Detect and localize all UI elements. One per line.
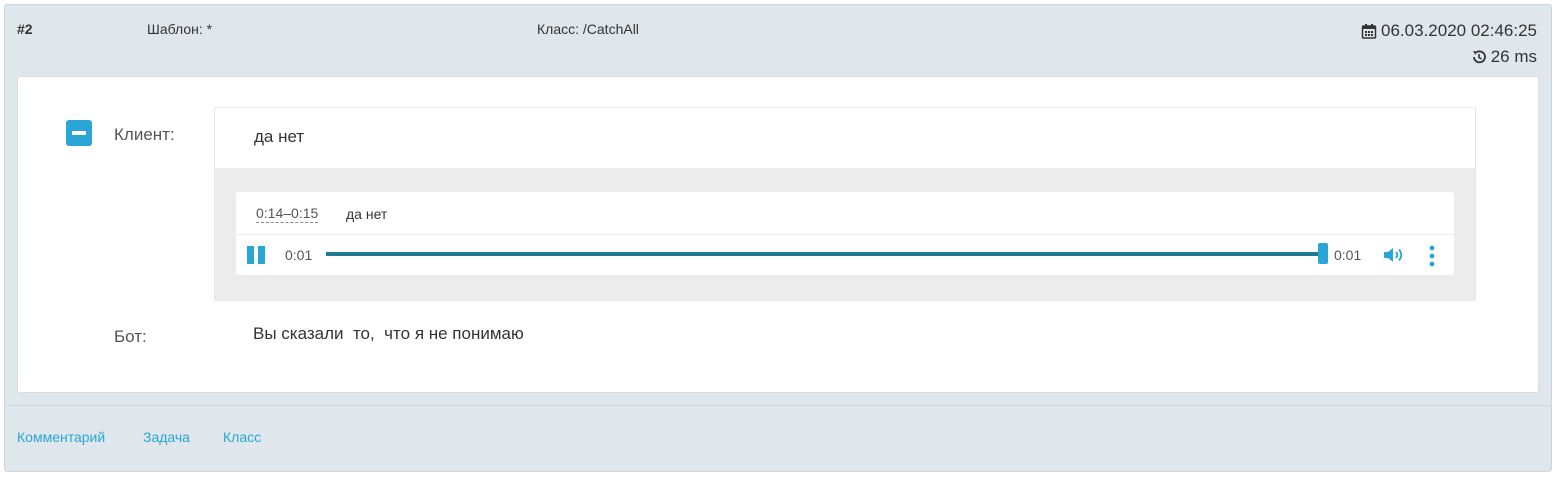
client-label: Клиент: bbox=[114, 125, 175, 144]
template-label: Шаблон: * bbox=[147, 21, 213, 37]
segment-time-link[interactable]: 0:14–0:15 bbox=[256, 205, 319, 223]
bot-message-text: Вы сказали то, что я не понимаю bbox=[253, 324, 524, 343]
total-time: 0:01 bbox=[1334, 247, 1362, 263]
log-entry-card: #2 Шаблон: * Класс: /CatchAll 06.03.2020… bbox=[4, 4, 1552, 472]
current-time: 0:01 bbox=[285, 247, 313, 263]
player-divider bbox=[236, 234, 1454, 235]
entry-number: #2 bbox=[17, 21, 33, 37]
duration-text: 26 ms bbox=[1490, 47, 1537, 66]
audio-player: 0:14–0:15 да нет 0:01 0:01 bbox=[236, 192, 1454, 275]
task-link[interactable]: Задача bbox=[143, 429, 190, 445]
more-vertical-icon[interactable] bbox=[1426, 245, 1438, 267]
minus-square-icon[interactable] bbox=[66, 120, 92, 146]
datetime-text: 06.03.2020 02:46:25 bbox=[1381, 21, 1537, 40]
progress-fill bbox=[326, 252, 1323, 256]
footer-divider bbox=[5, 405, 1551, 406]
pause-icon[interactable] bbox=[247, 246, 265, 264]
entry-datetime: 06.03.2020 02:46:25 bbox=[1361, 21, 1537, 41]
class-label: Класс: /CatchAll bbox=[537, 21, 639, 37]
history-icon bbox=[1472, 50, 1486, 64]
client-message-text: да нет bbox=[254, 127, 305, 146]
entry-duration: 26 ms bbox=[1471, 47, 1537, 67]
class-link[interactable]: Класс bbox=[223, 429, 261, 445]
segment-text: да нет bbox=[346, 206, 388, 222]
dialog-panel: Клиент: да нет 0:14–0:15 да нет 0:01 0:0… bbox=[17, 76, 1539, 393]
bot-label: Бот: bbox=[114, 327, 147, 346]
audio-section: 0:14–0:15 да нет 0:01 0:01 bbox=[215, 168, 1475, 300]
volume-icon[interactable] bbox=[1382, 245, 1406, 265]
comment-link[interactable]: Комментарий bbox=[17, 429, 105, 445]
client-message-box: да нет 0:14–0:15 да нет 0:01 0:01 bbox=[214, 107, 1476, 301]
progress-track[interactable] bbox=[326, 243, 1328, 264]
calendar-icon bbox=[1361, 24, 1377, 39]
progress-thumb[interactable] bbox=[1318, 243, 1328, 264]
